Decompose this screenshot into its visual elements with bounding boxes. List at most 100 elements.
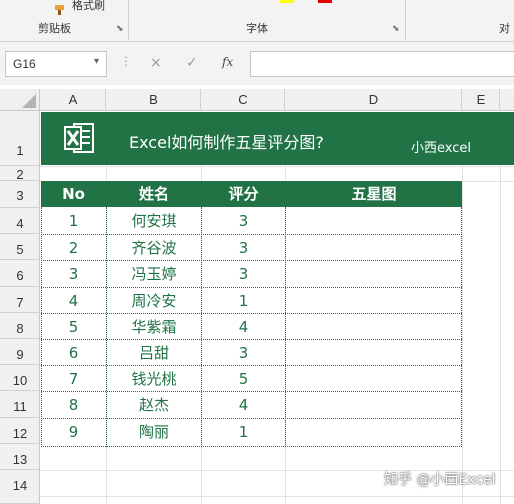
row-header[interactable]: 14	[0, 470, 40, 504]
cell-stars[interactable]	[286, 288, 462, 314]
cell-name[interactable]: 吕甜	[107, 340, 201, 366]
cancel-icon[interactable]: ×	[150, 55, 162, 71]
header-name[interactable]: 姓名	[107, 181, 201, 207]
cell-stars[interactable]	[286, 208, 462, 234]
gridline	[500, 111, 501, 504]
font-color-icon[interactable]	[318, 0, 332, 3]
formula-input[interactable]	[250, 51, 514, 77]
table-header-row: No 姓名 评分 五星图	[41, 181, 462, 207]
name-box[interactable]: G16 ▾	[5, 51, 107, 77]
cell-name[interactable]: 齐谷波	[107, 235, 201, 261]
column-header-e[interactable]: E	[463, 89, 500, 111]
select-all-triangle-icon	[22, 94, 36, 108]
cell-name[interactable]: 钱光桃	[107, 366, 201, 392]
cell-name[interactable]: 何安琪	[107, 208, 201, 234]
row-header[interactable]: 10	[0, 365, 40, 391]
table-row: 2 齐谷波 3	[41, 235, 462, 261]
cell-stars[interactable]	[286, 366, 462, 392]
cell-no[interactable]: 8	[41, 392, 106, 418]
cell-stars[interactable]	[286, 419, 462, 445]
ribbon-separator	[405, 0, 406, 40]
format-painter-button[interactable]: 格式刷	[72, 0, 105, 13]
cell-score[interactable]: 3	[202, 261, 285, 287]
phonetic-icon[interactable]: ⌃	[368, 0, 376, 6]
row-header[interactable]: 12	[0, 418, 40, 444]
table-row: 6 吕甜 3	[41, 340, 462, 366]
gridline	[462, 111, 463, 504]
cell-name[interactable]: 冯玉婷	[107, 261, 201, 287]
row-header[interactable]: 7	[0, 287, 40, 313]
row-header[interactable]: 6	[0, 260, 40, 287]
row-header[interactable]: 9	[0, 339, 40, 365]
header-stars[interactable]: 五星图	[286, 181, 462, 207]
cell-no[interactable]: 4	[41, 288, 106, 314]
insert-function-icon[interactable]: fx	[222, 55, 233, 69]
row-header[interactable]: 11	[0, 391, 40, 418]
ribbon-separator	[128, 0, 129, 40]
gridline	[40, 496, 514, 497]
column-header-bar: A B C D E	[0, 89, 514, 111]
cell-stars[interactable]	[286, 340, 462, 366]
table-row: 5 华紫霜 4	[41, 314, 462, 340]
table-row: 8 赵杰 4	[41, 392, 462, 418]
cell-score[interactable]: 3	[202, 208, 285, 234]
cell-no[interactable]: 9	[41, 419, 106, 445]
clipboard-launcher-icon[interactable]: ⬊	[116, 24, 124, 34]
chevron-down-icon[interactable]: ▾	[94, 56, 99, 67]
table-row: 9 陶丽 1	[41, 419, 462, 445]
row-header[interactable]: 4	[0, 208, 40, 234]
format-painter-icon[interactable]	[54, 0, 68, 15]
title-banner[interactable]: Excel如何制作五星评分图? 小西excel	[41, 112, 514, 165]
cell-no[interactable]: 7	[41, 366, 106, 392]
header-no[interactable]: No	[41, 181, 106, 207]
banner-title: Excel如何制作五星评分图?	[129, 133, 324, 152]
row-header[interactable]: 8	[0, 313, 40, 339]
group-label-font: 字体	[246, 22, 268, 35]
cell-stars[interactable]	[286, 392, 462, 418]
cell-no[interactable]: 2	[41, 235, 106, 261]
cell-name[interactable]: 赵杰	[107, 392, 201, 418]
cell-name[interactable]: 陶丽	[107, 419, 201, 445]
cell-score[interactable]: 4	[202, 392, 285, 418]
group-label-alignment: 对	[499, 22, 510, 35]
column-header-a[interactable]: A	[41, 89, 106, 111]
formula-bar: G16 ▾ ⋮ × ✓ fx	[0, 42, 514, 85]
cell-stars[interactable]	[286, 261, 462, 287]
highlight-color-icon[interactable]	[280, 0, 294, 3]
cell-stars[interactable]	[286, 314, 462, 340]
group-label-clipboard: 剪贴板	[38, 22, 71, 35]
cell-score[interactable]: 4	[202, 314, 285, 340]
cell-score[interactable]: 1	[202, 419, 285, 445]
cell-no[interactable]: 5	[41, 314, 106, 340]
cell-score[interactable]: 3	[202, 340, 285, 366]
cell-score[interactable]: 1	[202, 288, 285, 314]
column-header-c[interactable]: C	[202, 89, 285, 111]
cell-no[interactable]: 1	[41, 208, 106, 234]
table-row: 1 何安琪 3	[41, 208, 462, 234]
row-header-bar: 1 2 3 4 5 6 7 8 9 10 11 12 13 14	[0, 111, 40, 504]
cell-no[interactable]: 6	[41, 340, 106, 366]
font-launcher-icon[interactable]: ⬊	[392, 24, 400, 34]
row-header[interactable]: 13	[0, 444, 40, 470]
header-score[interactable]: 评分	[202, 181, 285, 207]
table-row: 4 周冷安 1	[41, 288, 462, 314]
table-row: 7 钱光桃 5	[41, 366, 462, 392]
cell-stars[interactable]	[286, 235, 462, 261]
cell-score[interactable]: 3	[202, 235, 285, 261]
row-header[interactable]: 3	[0, 181, 40, 208]
row-header[interactable]: 1	[0, 111, 40, 166]
more-options-icon[interactable]: ⋮	[120, 54, 132, 68]
row-header[interactable]: 2	[0, 166, 40, 182]
enter-icon[interactable]: ✓	[186, 55, 198, 71]
excel-logo-icon	[63, 121, 95, 155]
cell-no[interactable]: 3	[41, 261, 106, 287]
column-header-b[interactable]: B	[107, 89, 201, 111]
cell-name[interactable]: 华紫霜	[107, 314, 201, 340]
gridline	[40, 166, 514, 167]
cell-score[interactable]: 5	[202, 366, 285, 392]
row-header[interactable]: 5	[0, 234, 40, 260]
cell-name[interactable]: 周冷安	[107, 288, 201, 314]
column-header-d[interactable]: D	[286, 89, 462, 111]
watermark: 知乎 @小西Excel	[384, 472, 496, 488]
select-all-corner[interactable]	[0, 89, 40, 111]
